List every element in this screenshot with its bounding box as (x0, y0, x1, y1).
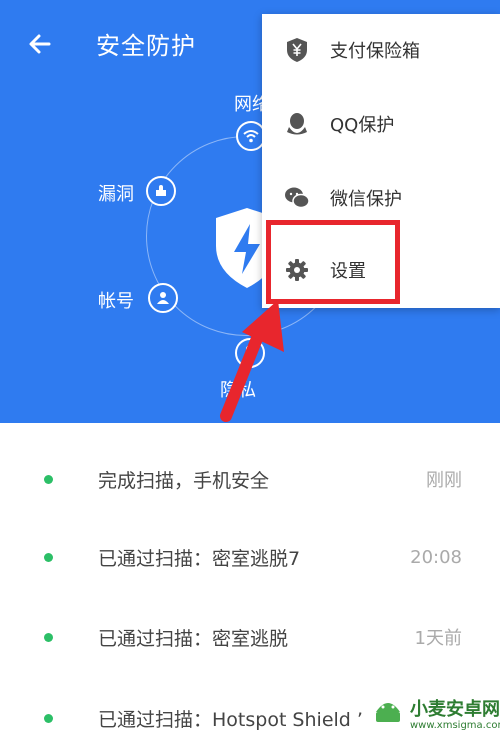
puzzle-icon (156, 185, 166, 196)
menu-item-wechat-protection[interactable]: 微信保护 (262, 162, 500, 234)
menu-item-qq-protection[interactable]: QQ保护 (262, 88, 500, 160)
list-item[interactable]: 已通过扫描：密室逃脱7 20:08 (0, 537, 500, 577)
status-dot (44, 474, 53, 484)
log-time: 1天前 (414, 628, 462, 649)
status-dot (44, 552, 53, 562)
pointer-arrow-annotation (220, 300, 284, 422)
qq-penguin-icon (284, 111, 310, 137)
scan-log-list: 完成扫描，手机安全 刚刚 已通过扫描：密室逃脱7 20:08 已通过扫描：密室逃… (0, 423, 500, 738)
list-item[interactable]: 已通过扫描：密室逃脱 1天前 (0, 617, 500, 657)
account-node[interactable] (148, 283, 178, 313)
user-icon (157, 292, 169, 304)
overflow-menu: 支付保险箱 QQ保护 微信保护 设置 (262, 14, 500, 308)
status-dot (44, 632, 53, 642)
vulnerability-label: 漏洞 (98, 184, 134, 205)
status-dot (44, 713, 53, 723)
log-text: 已通过扫描：密室逃脱 (98, 627, 289, 650)
page-title: 安全防护 (96, 32, 196, 60)
menu-item-label: 支付保险箱 (330, 41, 420, 62)
log-time: 刚刚 (426, 470, 462, 491)
android-logo-icon (376, 703, 400, 722)
watermark-text: 小麦安卓网 (410, 699, 500, 720)
menu-item-label: 设置 (330, 261, 366, 282)
log-text: 已通过扫描：Hotspot Shield ’ (98, 708, 363, 731)
menu-item-label: QQ保护 (330, 115, 395, 136)
wechat-icon (284, 185, 310, 211)
menu-item-label: 微信保护 (330, 189, 402, 210)
watermark-url: www.xmsigma.com (410, 720, 500, 731)
menu-item-settings[interactable]: 设置 (262, 234, 500, 306)
wifi-icon (243, 130, 259, 143)
menu-item-payment-safe[interactable]: 支付保险箱 (262, 14, 500, 86)
log-text: 完成扫描，手机安全 (98, 469, 270, 492)
gear-icon (284, 257, 310, 283)
yen-shield-icon (284, 37, 310, 63)
account-label: 帐号 (98, 291, 134, 312)
log-text: 已通过扫描：密室逃脱7 (98, 547, 301, 570)
log-time: 20:08 (410, 546, 462, 568)
back-button[interactable] (24, 28, 56, 60)
back-arrow-icon (29, 34, 51, 54)
list-item[interactable]: 完成扫描，手机安全 刚刚 (0, 459, 500, 499)
vulnerability-node[interactable] (146, 176, 176, 206)
